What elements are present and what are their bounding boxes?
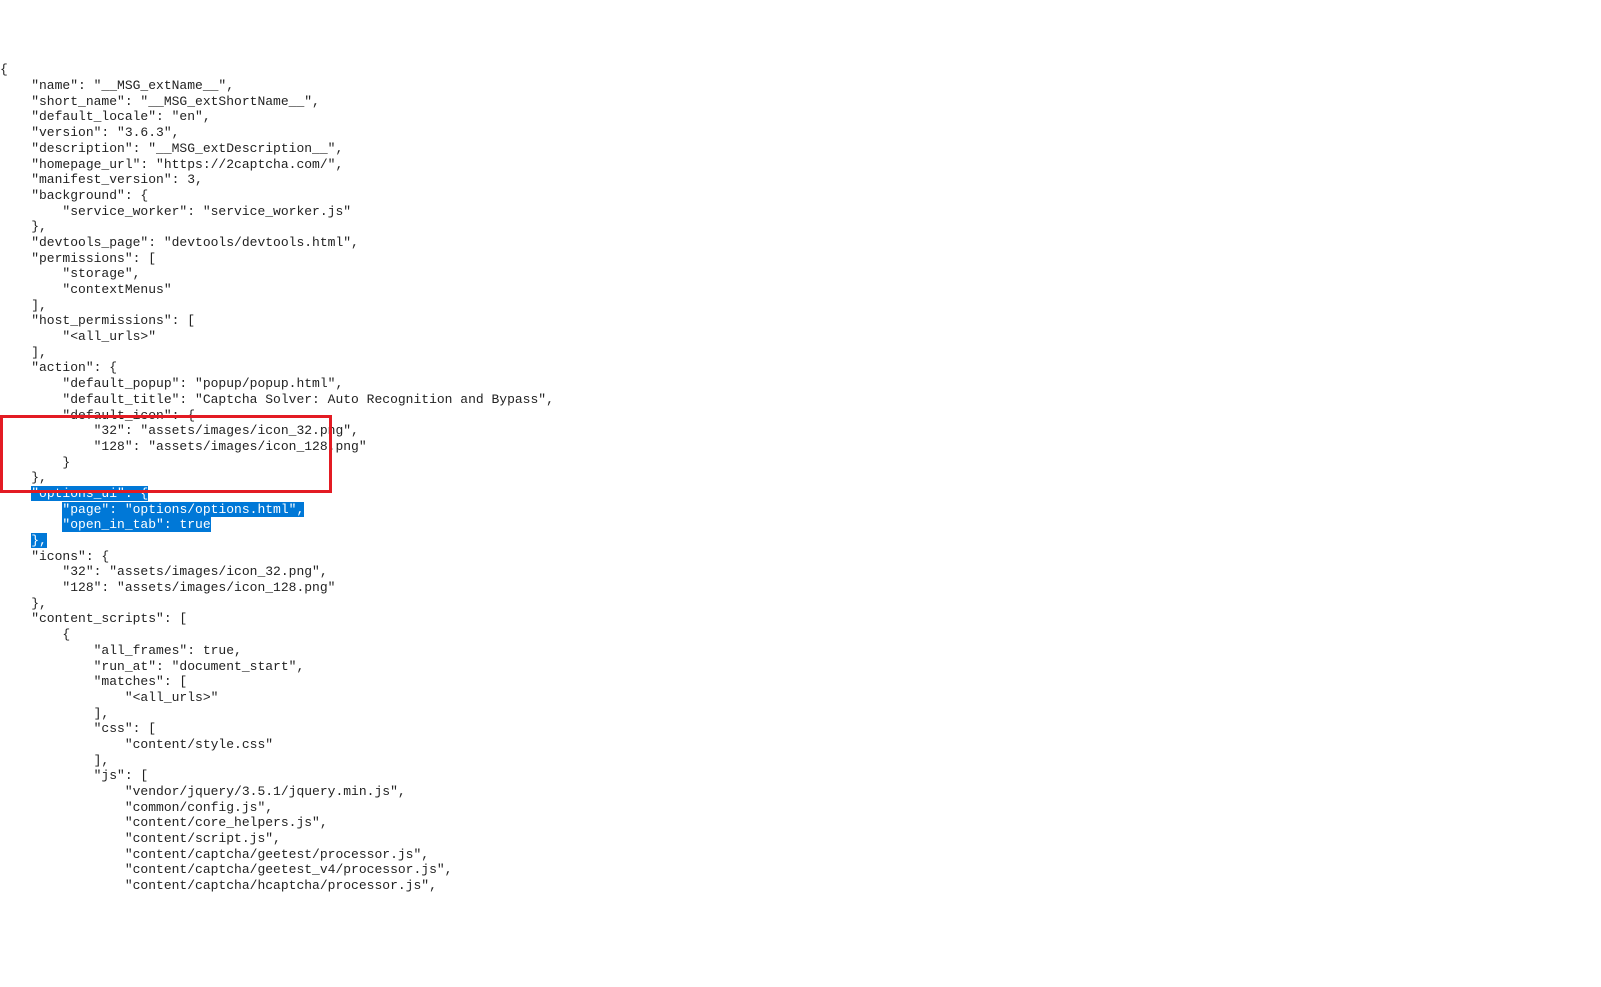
code-line[interactable]: "content/captcha/hcaptcha/processor.js", <box>0 878 1601 894</box>
code-line[interactable]: "version": "3.6.3", <box>0 125 1601 141</box>
code-line[interactable]: "default_icon": { <box>0 408 1601 424</box>
code-viewer[interactable]: { "name": "__MSG_extName__", "short_name… <box>0 62 1601 893</box>
code-line[interactable]: { <box>0 62 1601 78</box>
code-line[interactable]: "matches": [ <box>0 674 1601 690</box>
code-line[interactable]: "<all_urls>" <box>0 690 1601 706</box>
code-line[interactable]: "default_title": "Captcha Solver: Auto R… <box>0 392 1601 408</box>
code-line[interactable]: "content/style.css" <box>0 737 1601 753</box>
code-line[interactable]: "page": "options/options.html", <box>0 502 1601 518</box>
code-line[interactable]: "content/script.js", <box>0 831 1601 847</box>
code-line[interactable]: "name": "__MSG_extName__", <box>0 78 1601 94</box>
code-line[interactable]: "run_at": "document_start", <box>0 659 1601 675</box>
code-line[interactable]: } <box>0 455 1601 471</box>
code-line[interactable]: "host_permissions": [ <box>0 313 1601 329</box>
code-line[interactable]: "js": [ <box>0 768 1601 784</box>
selected-text[interactable]: }, <box>31 533 47 548</box>
code-line[interactable]: "options_ui": { <box>0 486 1601 502</box>
code-line[interactable]: ], <box>0 706 1601 722</box>
code-line[interactable]: "content/captcha/geetest_v4/processor.js… <box>0 862 1601 878</box>
code-line[interactable]: ], <box>0 298 1601 314</box>
code-line[interactable]: "32": "assets/images/icon_32.png", <box>0 423 1601 439</box>
code-line[interactable]: "short_name": "__MSG_extShortName__", <box>0 94 1601 110</box>
code-line[interactable]: "common/config.js", <box>0 800 1601 816</box>
code-line[interactable]: "storage", <box>0 266 1601 282</box>
code-line[interactable]: "content/captcha/geetest/processor.js", <box>0 847 1601 863</box>
code-line[interactable]: { <box>0 627 1601 643</box>
code-line[interactable]: "default_popup": "popup/popup.html", <box>0 376 1601 392</box>
code-line[interactable]: "homepage_url": "https://2captcha.com/", <box>0 157 1601 173</box>
code-line[interactable]: "manifest_version": 3, <box>0 172 1601 188</box>
code-line[interactable]: "css": [ <box>0 721 1601 737</box>
code-line[interactable]: "description": "__MSG_extDescription__", <box>0 141 1601 157</box>
selected-text[interactable]: "options_ui": { <box>31 486 148 501</box>
code-line[interactable]: "128": "assets/images/icon_128.png" <box>0 439 1601 455</box>
code-line[interactable]: }, <box>0 470 1601 486</box>
code-line[interactable]: "service_worker": "service_worker.js" <box>0 204 1601 220</box>
code-line[interactable]: "content_scripts": [ <box>0 611 1601 627</box>
code-line[interactable]: }, <box>0 596 1601 612</box>
code-line[interactable]: "action": { <box>0 360 1601 376</box>
code-line[interactable]: "contextMenus" <box>0 282 1601 298</box>
code-line[interactable]: "vendor/jquery/3.5.1/jquery.min.js", <box>0 784 1601 800</box>
code-line[interactable]: "128": "assets/images/icon_128.png" <box>0 580 1601 596</box>
code-line[interactable]: "permissions": [ <box>0 251 1601 267</box>
code-line[interactable]: }, <box>0 219 1601 235</box>
code-line[interactable]: "icons": { <box>0 549 1601 565</box>
code-line[interactable]: "background": { <box>0 188 1601 204</box>
code-line[interactable]: "32": "assets/images/icon_32.png", <box>0 564 1601 580</box>
code-line[interactable]: "<all_urls>" <box>0 329 1601 345</box>
code-line[interactable]: ], <box>0 345 1601 361</box>
selected-text[interactable]: "open_in_tab": true <box>62 517 210 532</box>
code-line[interactable]: "content/core_helpers.js", <box>0 815 1601 831</box>
code-line[interactable]: ], <box>0 753 1601 769</box>
code-line[interactable]: "default_locale": "en", <box>0 109 1601 125</box>
selected-text[interactable]: "page": "options/options.html", <box>62 502 304 517</box>
code-line[interactable]: }, <box>0 533 1601 549</box>
code-line[interactable]: "devtools_page": "devtools/devtools.html… <box>0 235 1601 251</box>
code-line[interactable]: "all_frames": true, <box>0 643 1601 659</box>
code-line[interactable]: "open_in_tab": true <box>0 517 1601 533</box>
